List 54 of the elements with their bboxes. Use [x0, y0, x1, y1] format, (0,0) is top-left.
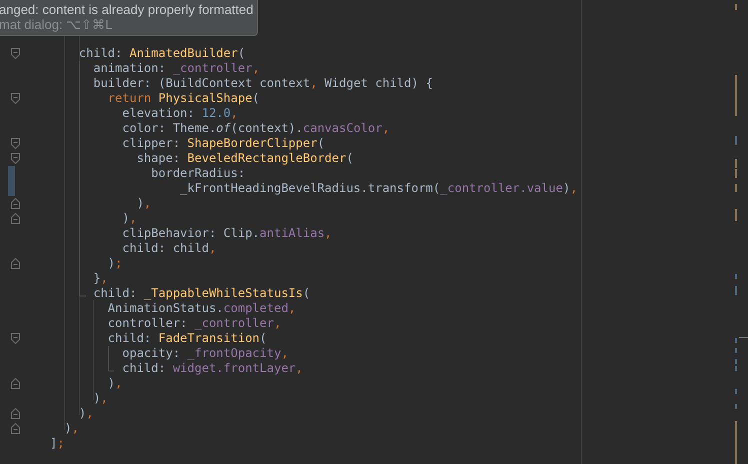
code-line: ), [78, 406, 94, 421]
code-line: ); [106, 256, 122, 271]
code-line: child: AnimatedBuilder( [78, 46, 246, 61]
scroll-marker [735, 359, 737, 364]
scroll-marker [735, 286, 737, 295]
scroll-marker [735, 4, 737, 10]
fold-icon[interactable] [11, 93, 20, 104]
code-line: color: Theme.of(context).canvasColor, [121, 121, 390, 136]
unfold-icon[interactable] [11, 378, 20, 389]
scroll-marker [735, 75, 737, 116]
code-line: AnimationStatus.completed, [106, 301, 296, 316]
fold-icon[interactable] [11, 153, 20, 164]
scroll-marker [735, 366, 737, 371]
unfold-icon[interactable] [11, 408, 20, 419]
code-line: opacity: _frontOpacity, [121, 346, 288, 361]
scroll-marker [735, 136, 737, 145]
code-line: ), [63, 421, 79, 436]
unfold-icon[interactable] [11, 258, 20, 269]
code-line: ), [136, 196, 152, 211]
code-line: animation: _controller, [92, 61, 260, 76]
fold-icon[interactable] [11, 138, 20, 149]
code-line: ), [106, 376, 122, 391]
scroll-marker [735, 209, 737, 221]
code-line: controller: _controller, [106, 316, 282, 331]
fold-icon[interactable] [11, 333, 20, 344]
scroll-marker [739, 337, 748, 338]
code-line: _kFrontHeadingBevelRadius.transform(_controller.value), [179, 181, 578, 196]
unfold-icon[interactable] [11, 423, 20, 434]
code-line: borderRadius: [150, 166, 246, 181]
code-line: child: FadeTransition( [106, 331, 267, 346]
scroll-marker [735, 338, 737, 343]
code-line: clipBehavior: Clip.antiAlias, [121, 226, 332, 241]
code-line: child: child, [121, 241, 216, 256]
scroll-marker [735, 348, 737, 353]
code-line: ]; [50, 436, 64, 451]
code-line: child: widget.frontLayer, [121, 361, 303, 376]
scroll-marker [735, 421, 737, 464]
notification-hint: mat dialog: ⌥⇧⌘L [0, 17, 112, 32]
code-line: }, [92, 271, 108, 286]
code-line: elevation: 12.0, [121, 106, 238, 121]
unfold-icon[interactable] [11, 198, 20, 209]
code-line: return PhysicalShape( [106, 91, 260, 106]
fold-icon[interactable] [11, 48, 20, 59]
code-line: ), [121, 211, 137, 226]
scroll-marker [735, 404, 737, 409]
scroll-marker [735, 184, 737, 192]
code-line: shape: BeveledRectangleBorder( [136, 151, 354, 166]
code-line: clipper: ShapeBorderClipper( [121, 136, 325, 151]
code-line: builder: (BuildContext context, Widget child) { [92, 76, 433, 91]
code-line: ), [92, 391, 108, 406]
scroll-marker [735, 389, 737, 394]
unfold-icon[interactable] [11, 213, 20, 224]
code-line: child: _TappableWhileStatusIs( [92, 286, 310, 301]
scroll-marker [735, 274, 737, 279]
